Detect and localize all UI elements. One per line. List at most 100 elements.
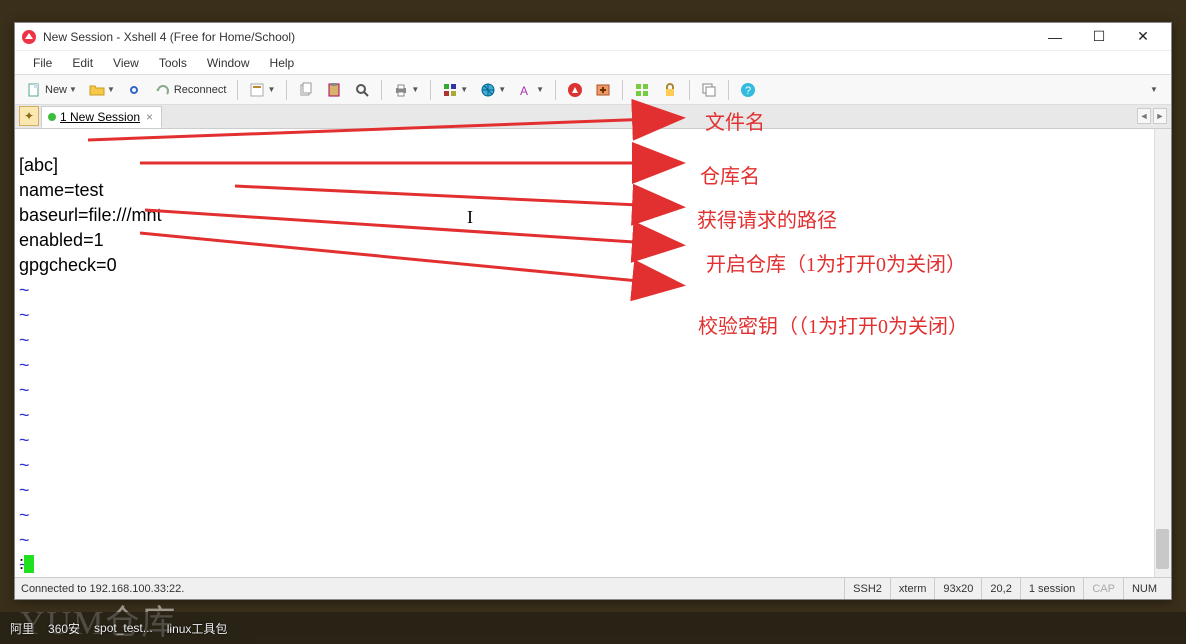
tab-scroll: ◄ ► xyxy=(1137,108,1167,124)
help-button[interactable]: ? xyxy=(735,79,761,101)
term-tilde: ~ xyxy=(19,380,30,400)
paste-button[interactable] xyxy=(321,79,347,101)
taskbar-item[interactable]: 阿里 xyxy=(10,620,34,637)
cascade-button[interactable] xyxy=(696,79,722,101)
term-tilde: ~ xyxy=(19,280,30,300)
desktop-taskbar: 阿里 360安 spot_test... linux工具包 xyxy=(0,612,1186,644)
menu-help[interactable]: Help xyxy=(260,53,305,73)
xshell-button[interactable] xyxy=(562,79,588,101)
app-icon xyxy=(21,29,37,45)
titlebar: New Session - Xshell 4 (Free for Home/Sc… xyxy=(15,23,1171,51)
properties-button[interactable]: ▼ xyxy=(244,79,280,101)
menu-tools[interactable]: Tools xyxy=(149,53,197,73)
term-line: name=test xyxy=(19,180,104,200)
xftp-button[interactable] xyxy=(590,79,616,101)
color-button[interactable]: ▼ xyxy=(437,79,473,101)
command-line: : xyxy=(19,553,34,575)
toolbar-separator xyxy=(381,80,382,100)
tile-button[interactable] xyxy=(629,79,655,101)
print-button[interactable]: ▼ xyxy=(388,79,424,101)
menubar: File Edit View Tools Window Help xyxy=(15,51,1171,75)
status-term: xterm xyxy=(890,578,935,599)
toolbar-separator xyxy=(689,80,690,100)
cursor-icon xyxy=(24,555,34,573)
term-tilde: ~ xyxy=(19,330,30,350)
reconnect-icon xyxy=(155,82,171,98)
status-proto: SSH2 xyxy=(844,578,890,599)
encoding-button[interactable]: ▼ xyxy=(475,79,511,101)
tabbar: ✦ 1 New Session × ◄ ► xyxy=(15,105,1171,129)
lock-icon xyxy=(662,82,678,98)
toolbar-separator xyxy=(237,80,238,100)
term-tilde: ~ xyxy=(19,480,30,500)
lock-button[interactable] xyxy=(657,79,683,101)
term-tilde: ~ xyxy=(19,505,30,525)
term-line: [abc] xyxy=(19,155,58,175)
taskbar-item[interactable]: spot_test... xyxy=(94,621,153,635)
link-icon xyxy=(127,82,143,98)
svg-text:A: A xyxy=(520,84,528,98)
close-button[interactable]: ✕ xyxy=(1121,23,1165,51)
add-tab-button[interactable]: ✦ xyxy=(19,106,39,126)
link-button[interactable] xyxy=(122,79,148,101)
term-tilde: ~ xyxy=(19,355,30,375)
minimize-button[interactable]: — xyxy=(1033,23,1077,51)
status-pos: 20,2 xyxy=(981,578,1019,599)
properties-icon xyxy=(249,82,265,98)
statusbar: Connected to 192.168.100.33:22. SSH2 xte… xyxy=(15,577,1171,599)
new-file-icon xyxy=(26,82,42,98)
new-button[interactable]: New ▼ xyxy=(21,79,82,101)
toolbar-separator xyxy=(430,80,431,100)
dropdown-icon: ▼ xyxy=(69,85,77,94)
session-tab[interactable]: 1 New Session × xyxy=(41,106,162,128)
toolbar-separator xyxy=(286,80,287,100)
toolbar: New ▼ ▼ Reconnect ▼ ▼ ▼ ▼ A▼ ? ▼ xyxy=(15,75,1171,105)
globe-icon xyxy=(480,82,496,98)
term-line: baseurl=file:///mnt xyxy=(19,205,162,225)
tab-scroll-left[interactable]: ◄ xyxy=(1137,108,1151,124)
menu-view[interactable]: View xyxy=(103,53,149,73)
reconnect-button[interactable]: Reconnect xyxy=(150,79,232,101)
font-icon: A xyxy=(518,82,534,98)
window-title: New Session - Xshell 4 (Free for Home/Sc… xyxy=(43,30,1033,44)
toolbar-overflow[interactable]: ▼ xyxy=(1143,79,1165,101)
text-cursor-icon: I xyxy=(467,207,473,228)
menu-window[interactable]: Window xyxy=(197,53,260,73)
term-line: enabled=1 xyxy=(19,230,104,250)
xshell-icon xyxy=(567,82,583,98)
term-tilde: ~ xyxy=(19,405,30,425)
search-icon xyxy=(354,82,370,98)
status-connected: Connected to 192.168.100.33:22. xyxy=(21,583,184,595)
scrollbar-thumb[interactable] xyxy=(1156,529,1169,569)
open-button[interactable]: ▼ xyxy=(84,79,120,101)
svg-text:?: ? xyxy=(745,85,751,97)
app-window: New Session - Xshell 4 (Free for Home/Sc… xyxy=(14,22,1172,600)
taskbar-item[interactable]: 360安 xyxy=(48,620,80,637)
copy-icon xyxy=(298,82,314,98)
menu-file[interactable]: File xyxy=(23,53,62,73)
tab-close-button[interactable]: × xyxy=(144,110,155,124)
term-tilde: ~ xyxy=(19,455,30,475)
tab-scroll-right[interactable]: ► xyxy=(1153,108,1167,124)
tile-icon xyxy=(634,82,650,98)
tab-label: 1 New Session xyxy=(60,110,140,124)
term-tilde: ~ xyxy=(19,305,30,325)
status-sessions: 1 session xyxy=(1020,578,1083,599)
status-dot-icon xyxy=(48,113,56,121)
toolbar-separator xyxy=(622,80,623,100)
scrollbar[interactable] xyxy=(1154,129,1171,577)
terminal[interactable]: [abc] name=test baseurl=file:///mnt enab… xyxy=(15,129,1171,577)
menu-edit[interactable]: Edit xyxy=(62,53,103,73)
find-button[interactable] xyxy=(349,79,375,101)
reconnect-label: Reconnect xyxy=(174,84,227,96)
toolbar-separator xyxy=(728,80,729,100)
maximize-button[interactable]: ☐ xyxy=(1077,23,1121,51)
color-icon xyxy=(442,82,458,98)
help-icon: ? xyxy=(740,82,756,98)
paste-icon xyxy=(326,82,342,98)
taskbar-item[interactable]: linux工具包 xyxy=(167,620,228,637)
font-button[interactable]: A▼ xyxy=(513,79,549,101)
windows-icon xyxy=(701,82,717,98)
copy-button[interactable] xyxy=(293,79,319,101)
new-button-label: New xyxy=(45,84,67,96)
